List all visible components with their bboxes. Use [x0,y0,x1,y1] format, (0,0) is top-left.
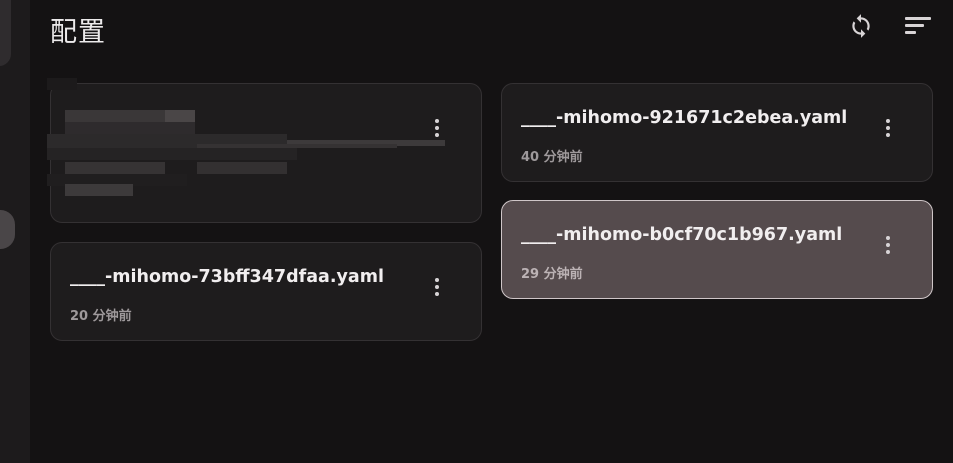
refresh-button[interactable] [844,9,878,43]
more-options-button[interactable] [427,277,447,297]
refresh-icon [852,14,870,38]
profile-updated-time: 20 分钟前 [70,309,132,324]
more-options-button[interactable] [427,118,447,138]
profile-card-selected[interactable]: ____-mihomo-b0cf70c1b967.yaml 29 分钟前 [501,200,933,299]
profile-card[interactable]: ____-mihomo-921671c2ebea.yaml 40 分钟前 [501,83,933,182]
profile-name: ____-mihomo-73bff347dfaa.yaml [70,267,384,287]
profile-updated-time: 29 分钟前 [521,267,583,282]
profile-name: ____-mihomo-921671c2ebea.yaml [521,108,848,128]
profile-card[interactable]: ____-mihomo-73bff347dfaa.yaml 20 分钟前 [50,242,482,341]
nav-rail [0,0,30,463]
sort-button[interactable] [900,9,934,43]
more-options-button[interactable] [878,235,898,255]
sort-icon [905,17,931,34]
profile-updated-time: 40 分钟前 [521,150,583,165]
more-options-button[interactable] [878,118,898,138]
nav-rail-active-item[interactable] [0,0,11,66]
profile-card-redacted[interactable] [47,78,482,223]
page-title: 配置 [50,17,106,48]
profile-name: ____-mihomo-b0cf70c1b967.yaml [521,225,843,245]
redacted-content [47,78,447,208]
nav-rail-item[interactable] [0,210,15,249]
